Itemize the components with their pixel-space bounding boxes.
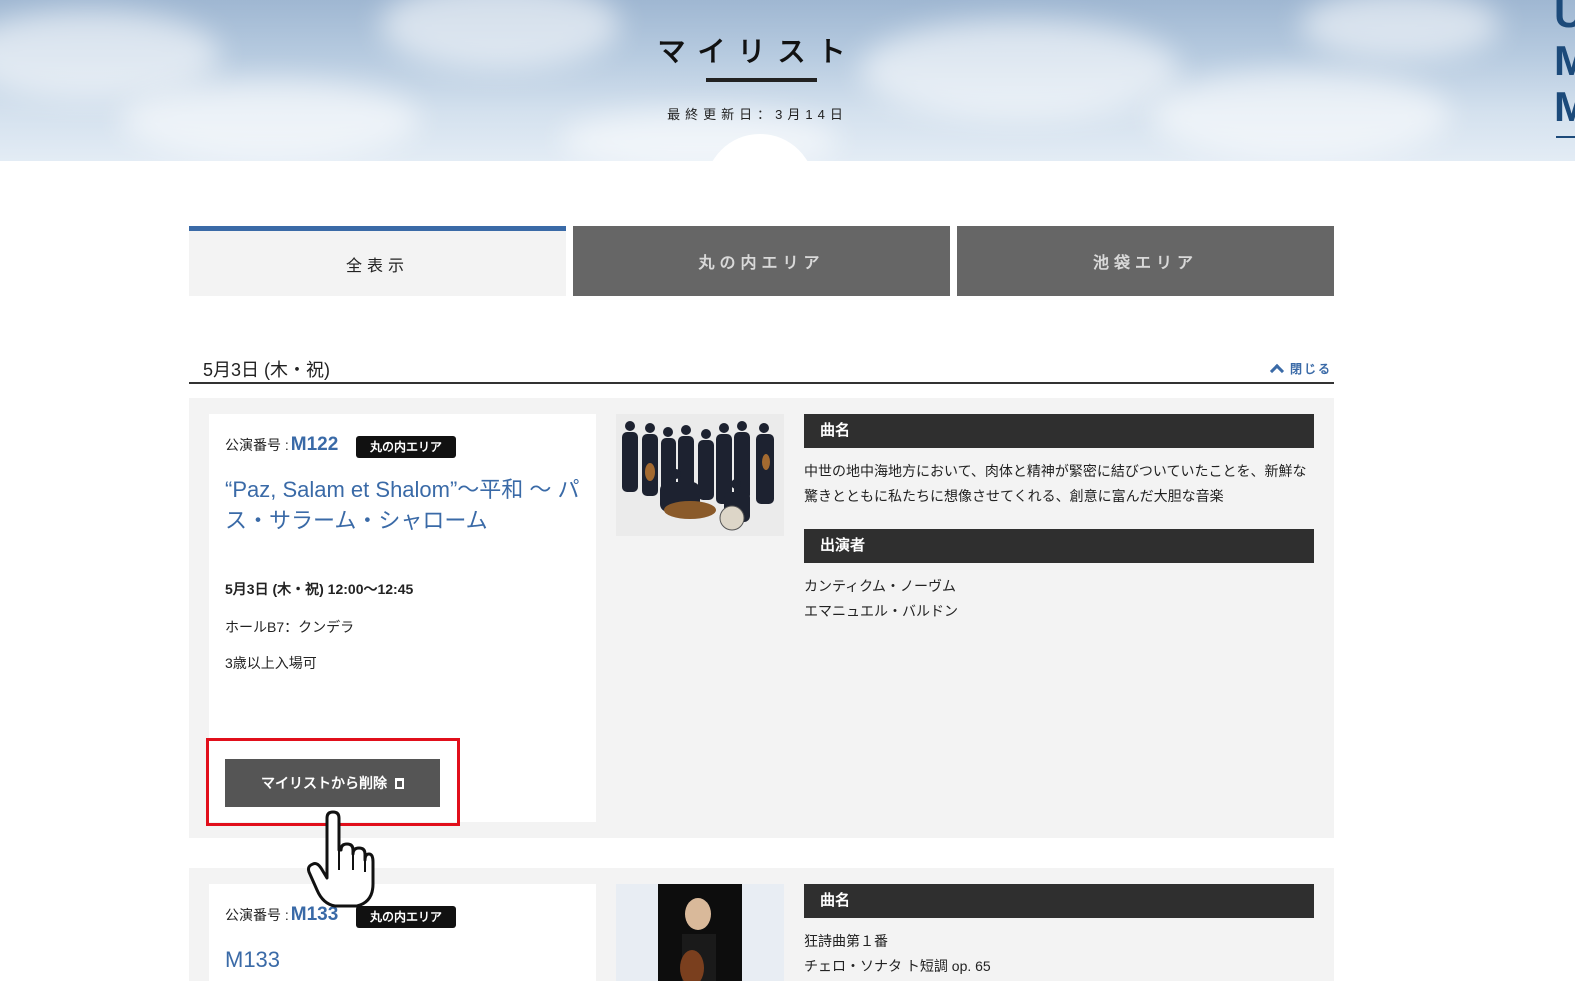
piece-name: チェロ・ソナタ ト短調 op. 65 [804, 958, 991, 974]
performer-heading: 出演者 [804, 529, 1314, 563]
side-logo[interactable]: U M M [1554, 0, 1575, 140]
piece-heading: 曲名 [804, 884, 1314, 918]
event-card: 公演番号 : M133 丸の内エリア M133 [209, 884, 596, 981]
event-info: 曲名 中世の地中海地方において、肉体と精神が緊密に結びついていたことを、新鮮な驚… [804, 414, 1314, 624]
event-info: 曲名 狂詩曲第１番 チェロ・ソナタ ト短調 op. 65 [804, 884, 1314, 979]
performance-number-value[interactable]: M122 [291, 434, 339, 456]
title-underline [706, 78, 817, 82]
hand-cursor-icon [307, 810, 375, 908]
piece-list: 狂詩曲第１番 チェロ・ソナタ ト短調 op. 65 [804, 929, 1314, 979]
event-time: 5月3日 (木・祝) 12:00〜12:45 [225, 581, 414, 597]
area-badge: 丸の内エリア [356, 436, 457, 458]
group-photo-image [616, 414, 784, 536]
hero-banner: マイリスト 最終更新日：3月14日 [0, 0, 1575, 161]
performance-number: 公演番号 : M122 [225, 434, 338, 456]
page-title: マイリスト [657, 36, 858, 67]
performer-photo [616, 414, 784, 536]
tab-ikebukuro[interactable]: 池袋エリア [957, 226, 1334, 296]
area-tabs: 全表示 丸の内エリア 池袋エリア [189, 226, 1334, 296]
piece-name: 狂詩曲第１番 [804, 933, 888, 949]
piece-description: 中世の地中海地方において、肉体と精神が緊密に結びついていたことを、新鮮な驚きとと… [804, 463, 1307, 504]
section-date: 5月3日 (木・祝) [203, 360, 331, 380]
date-section-header: 5月3日 (木・祝) 閉じる [189, 354, 1334, 384]
chevron-up-icon [1269, 363, 1285, 379]
event-title[interactable]: M133 [225, 944, 585, 975]
performer-name: カンティクム・ノーヴム [804, 578, 957, 594]
cellist-photo-image [616, 884, 784, 981]
collapse-link[interactable]: 閉じる [1269, 360, 1332, 379]
performer-photo [616, 884, 784, 981]
tab-all[interactable]: 全表示 [189, 226, 566, 296]
performance-number-label: 公演番号 : [225, 907, 289, 923]
performer-list: カンティクム・ノーヴム エマニュエル・バルドン [804, 574, 1314, 624]
event-title[interactable]: “Paz, Salam et Shalom”〜平和 〜 パス・サラーム・シャロー… [225, 474, 585, 536]
piece-heading: 曲名 [804, 414, 1314, 448]
last-updated: 最終更新日：3月14日 [667, 107, 848, 122]
performer-name: エマニュエル・バルドン [804, 603, 958, 619]
tab-marunouchi[interactable]: 丸の内エリア [573, 226, 950, 296]
event-age: 3歳以上入場可 [225, 655, 317, 671]
performance-number-label: 公演番号 : [225, 437, 289, 453]
collapse-label: 閉じる [1289, 362, 1332, 376]
event-hall: ホールB7：クンデラ [225, 619, 355, 635]
